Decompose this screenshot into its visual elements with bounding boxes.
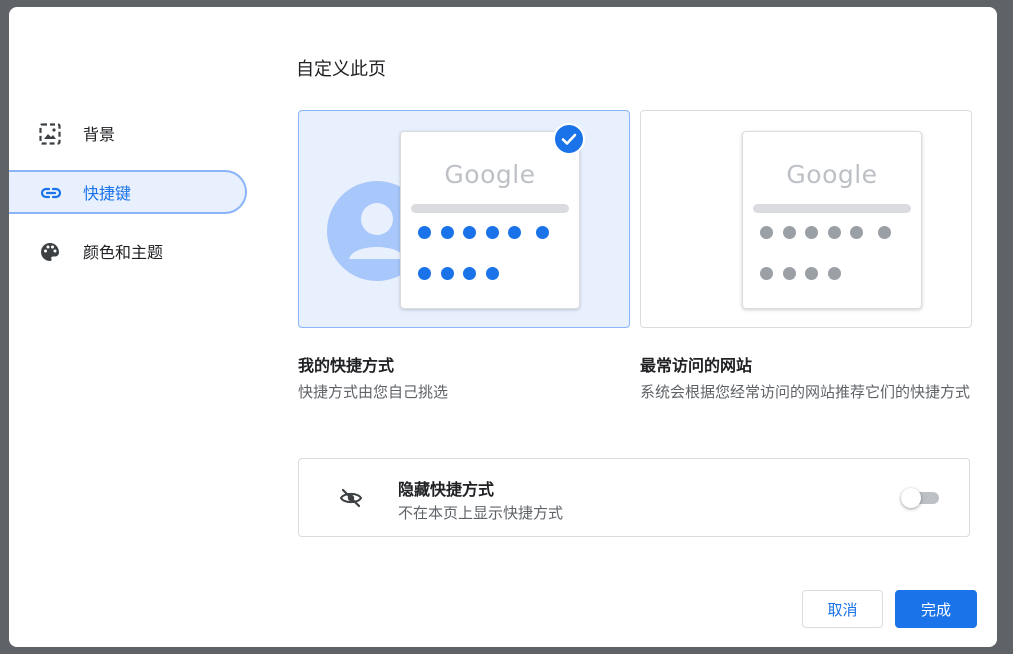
sidebar-item-colors-themes[interactable]: 颜色和主题 — [9, 229, 254, 273]
preview-mock: Google — [400, 131, 580, 309]
option-card-my-shortcuts[interactable]: Google — [298, 110, 630, 328]
palette-icon — [39, 241, 61, 263]
shortcut-tiles-preview — [418, 226, 566, 308]
option-description-my-shortcuts: 快捷方式由您自己挑选 — [298, 383, 449, 401]
toggle-thumb — [901, 488, 921, 508]
check-icon — [553, 123, 585, 155]
wallpaper-icon — [39, 123, 61, 145]
customize-dialog: 自定义此页 背景 快捷键 颜色和主题 Google Google 我的快捷方式 … — [9, 7, 997, 647]
link-icon — [39, 182, 62, 204]
shortcut-tiles-preview — [760, 226, 908, 308]
visibility-off-icon — [339, 486, 363, 510]
sidebar-item-label: 颜色和主题 — [83, 243, 164, 262]
option-card-most-visited[interactable]: Google — [640, 110, 972, 328]
page-title: 自定义此页 — [296, 59, 386, 80]
sidebar: 背景 快捷键 颜色和主题 — [9, 111, 254, 288]
hide-shortcuts-toggle[interactable] — [901, 487, 941, 508]
search-bar-preview — [753, 204, 911, 213]
hide-shortcuts-row[interactable]: 隐藏快捷方式 不在本页上显示快捷方式 — [298, 458, 970, 537]
cancel-button[interactable]: 取消 — [802, 590, 883, 628]
done-button[interactable]: 完成 — [895, 590, 977, 628]
option-title-most-visited: 最常访问的网站 — [640, 356, 753, 375]
hide-shortcuts-subtitle: 不在本页上显示快捷方式 — [398, 504, 564, 522]
google-logo: Google — [444, 160, 536, 189]
google-logo: Google — [786, 160, 878, 189]
sidebar-item-shortcuts[interactable]: 快捷键 — [9, 170, 247, 214]
option-description-most-visited: 系统会根据您经常访问的网站推荐它们的快捷方式 — [640, 383, 971, 401]
hide-shortcuts-title: 隐藏快捷方式 — [398, 480, 495, 499]
sidebar-item-background[interactable]: 背景 — [9, 111, 254, 155]
search-bar-preview — [411, 204, 569, 213]
sidebar-item-label: 背景 — [83, 125, 116, 144]
preview-mock: Google — [742, 131, 922, 309]
option-title-my-shortcuts: 我的快捷方式 — [298, 356, 395, 375]
sidebar-item-label: 快捷键 — [83, 184, 132, 203]
